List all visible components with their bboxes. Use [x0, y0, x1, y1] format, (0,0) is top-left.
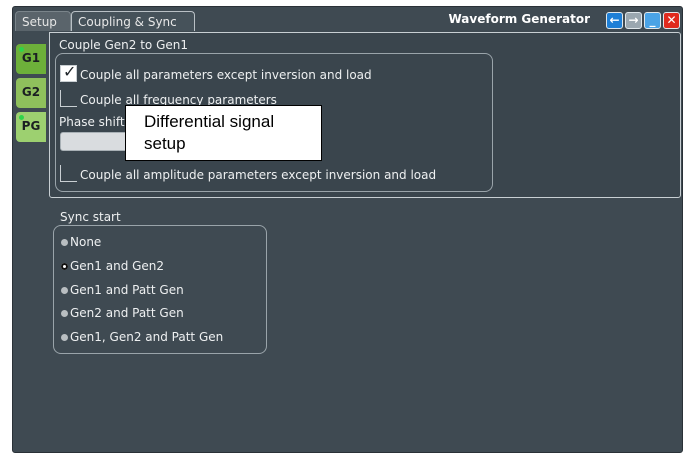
sync-start-heading: Sync start [60, 210, 121, 224]
status-indicator-icon [19, 47, 24, 52]
side-tab-g1[interactable]: G1 [16, 44, 46, 74]
sync-radio-gen1-patt[interactable] [61, 287, 68, 294]
back-arrow-icon[interactable]: ← [606, 12, 623, 29]
sync-radio-gen1-gen2[interactable] [61, 263, 68, 270]
couple-amplitude-checkbox[interactable] [60, 165, 77, 182]
status-indicator-icon [19, 115, 24, 120]
side-tab-label: G2 [21, 85, 41, 99]
sync-radio-all[interactable] [61, 334, 68, 341]
sync-option-label[interactable]: Gen2 and Patt Gen [70, 306, 184, 320]
sync-radio-none[interactable] [61, 239, 68, 246]
couple-all-checkbox[interactable]: ✓ [60, 62, 77, 82]
tab-coupling-sync[interactable]: Coupling & Sync [71, 11, 195, 31]
callout-line-2: setup [144, 134, 186, 153]
couple-all-label[interactable]: Couple all parameters except inversion a… [80, 68, 372, 82]
couple-frequency-checkbox[interactable] [60, 90, 77, 107]
coupling-heading: Couple Gen2 to Gen1 [59, 38, 188, 52]
forward-arrow-icon[interactable]: → [625, 12, 642, 29]
window-title: Waveform Generator [448, 12, 590, 26]
sync-option-label[interactable]: None [70, 235, 101, 249]
couple-amplitude-label[interactable]: Couple all amplitude parameters except i… [80, 168, 436, 182]
phase-shift-label: Phase shift [59, 115, 125, 129]
sync-option-label[interactable]: Gen1, Gen2 and Patt Gen [70, 330, 223, 344]
callout-box: Differential signal setup [125, 105, 322, 161]
sync-radio-gen2-patt[interactable] [61, 310, 68, 317]
waveform-generator-window: Setup Coupling & Sync Waveform Generator… [12, 6, 683, 453]
minimize-icon[interactable]: _ [644, 12, 661, 29]
callout-line-1: Differential signal [144, 112, 275, 131]
sync-option-label[interactable]: Gen1 and Gen2 [70, 259, 164, 273]
tab-setup[interactable]: Setup [15, 11, 71, 31]
side-tab-label: G1 [21, 51, 41, 65]
close-icon[interactable]: ✕ [663, 12, 680, 29]
checkmark-icon: ✓ [63, 62, 77, 81]
side-tab-pg[interactable]: PG [16, 112, 46, 142]
side-tab-label: PG [21, 119, 41, 133]
sync-option-label[interactable]: Gen1 and Patt Gen [70, 283, 184, 297]
side-tab-g2[interactable]: G2 [16, 78, 46, 108]
